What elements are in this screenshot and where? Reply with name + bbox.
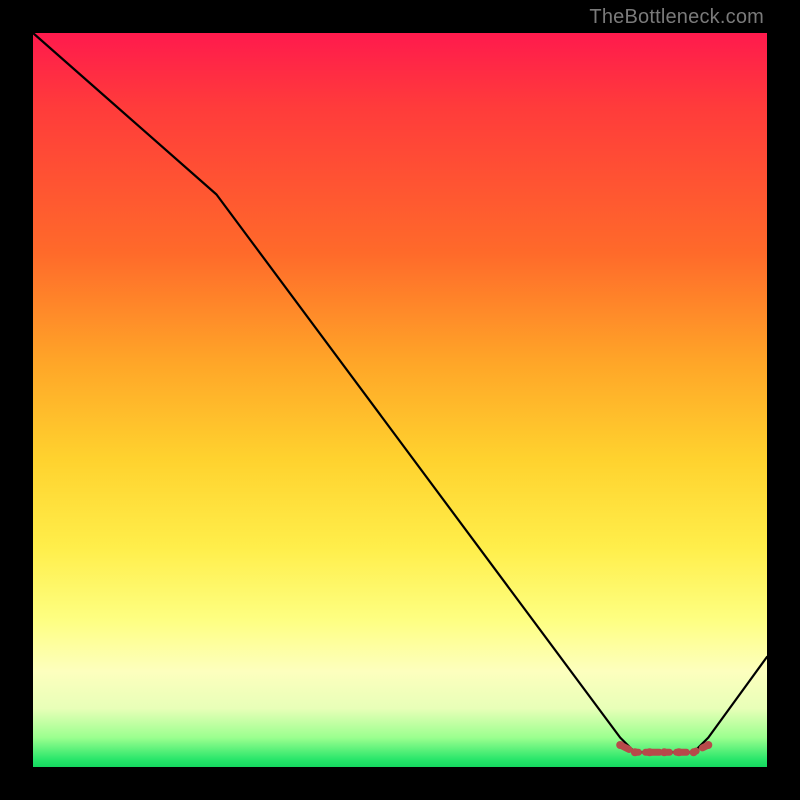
- optimal-range-marker: [616, 741, 624, 749]
- optimal-range-marker: [631, 748, 639, 756]
- bottleneck-curve-line: [33, 33, 767, 752]
- optimal-range-marker: [704, 741, 712, 749]
- optimal-range-marker: [660, 748, 668, 756]
- optimal-range-marker: [675, 748, 683, 756]
- chart-frame: TheBottleneck.com: [0, 0, 800, 800]
- attribution-watermark: TheBottleneck.com: [589, 6, 764, 29]
- optimal-range-markers: [616, 741, 712, 756]
- chart-overlay-svg: [33, 33, 767, 767]
- optimal-range-marker: [690, 748, 698, 756]
- optimal-range-marker: [646, 748, 654, 756]
